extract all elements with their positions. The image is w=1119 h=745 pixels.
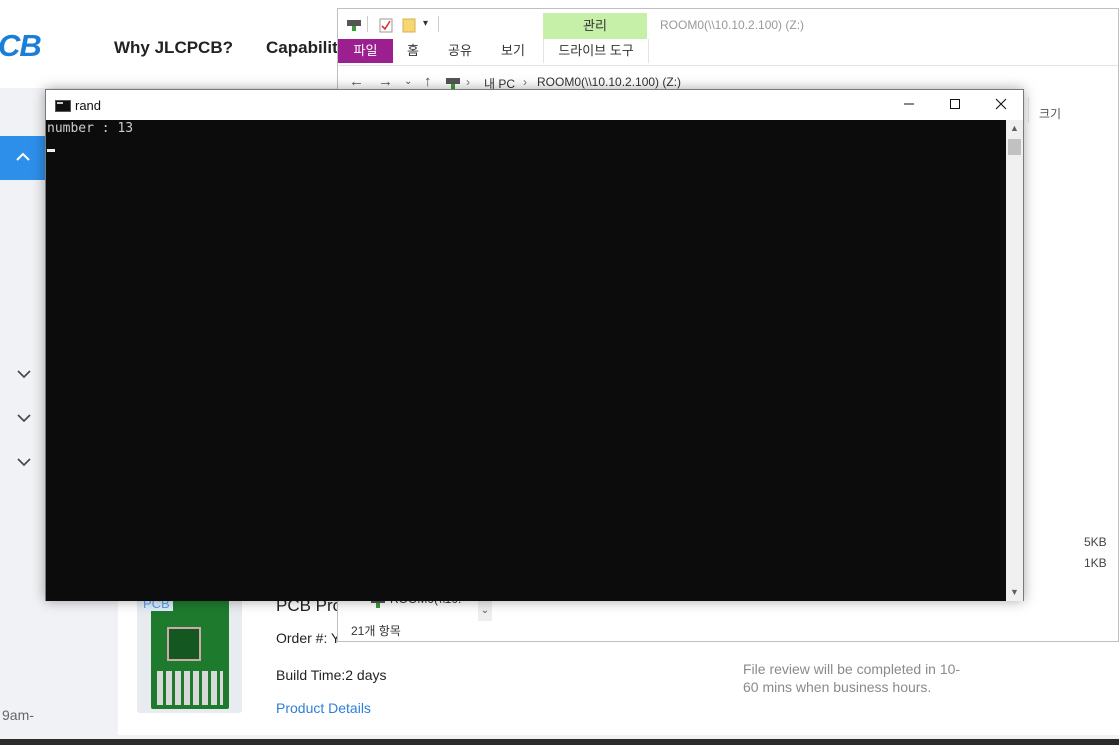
breadcrumb-separator-icon: › [523, 75, 527, 89]
file-size: 5KB [1084, 535, 1107, 549]
chevron-down-icon[interactable] [16, 410, 32, 426]
minimize-icon [904, 103, 914, 105]
console-cursor [47, 149, 55, 152]
business-hours-text: 9am- [2, 707, 34, 723]
order-number: Order #: Y [276, 630, 341, 646]
console-icon [55, 100, 71, 112]
scroll-thumb[interactable] [1008, 139, 1021, 155]
console-window: rand number : 13 ▲ ▼ [45, 89, 1024, 601]
minimize-button[interactable] [886, 90, 932, 120]
file-review-note: File review will be completed in 10-60 m… [743, 661, 961, 695]
pcb-chip-shape [167, 627, 201, 661]
forward-arrow-icon[interactable]: → [378, 73, 393, 90]
tab-home[interactable]: 홈 [407, 39, 419, 63]
properties-icon[interactable] [379, 18, 393, 33]
console-titlebar[interactable]: rand [46, 90, 1023, 120]
tab-share[interactable]: 공유 [448, 39, 472, 63]
tab-file[interactable]: 파일 [338, 39, 393, 63]
console-output-area[interactable]: number : 13 [46, 120, 1006, 601]
chevron-down-icon[interactable] [16, 454, 32, 470]
tab-drive-tools[interactable]: 드라이브 도구 [543, 39, 649, 63]
console-scrollbar[interactable]: ▲ ▼ [1006, 120, 1023, 601]
product-details-link[interactable]: Product Details [276, 700, 371, 716]
scroll-down-icon[interactable]: ▼ [1006, 584, 1023, 601]
pcb-board-image [151, 599, 229, 709]
maximize-icon [950, 99, 960, 109]
taskbar-strip [0, 739, 1119, 745]
nav-why-jlcpcb[interactable]: Why JLCPCB? [114, 38, 233, 58]
ribbon-tabs: 파일 홈 공유 보기 드라이브 도구 [338, 39, 1118, 66]
pcb-pads-shape [157, 671, 223, 705]
close-button[interactable] [978, 90, 1024, 120]
jlcpcb-logo[interactable]: CB [0, 28, 42, 64]
console-title: rand [75, 98, 102, 113]
pcb-thumbnail[interactable]: PCB [137, 593, 242, 713]
nav-capabilities[interactable]: Capabiliti [266, 38, 343, 58]
column-divider[interactable] [1028, 97, 1029, 123]
chevron-down-icon[interactable] [16, 366, 32, 382]
status-item-count: 21개 항목 [351, 624, 401, 638]
column-header-size[interactable]: 크기 [1039, 105, 1061, 122]
drive-icon [446, 78, 460, 89]
breadcrumb-location[interactable]: ROOM0(\\10.10.2.100) (Z:) [537, 75, 681, 89]
customize-toolbar-icon[interactable]: ▾ [423, 18, 428, 29]
sidebar-collapse-button[interactable] [0, 136, 46, 180]
breadcrumb-separator-icon: › [466, 75, 470, 89]
chevron-up-icon [16, 152, 30, 161]
file-size: 1KB [1084, 556, 1107, 570]
nav-scroll-down-icon[interactable]: ⌄ [478, 601, 492, 621]
quick-access-toolbar: ▾ 관리 ROOM0(\\10.10.2.100) (Z:) [338, 9, 1118, 39]
explorer-window-title: ROOM0(\\10.10.2.100) (Z:) [660, 18, 805, 32]
console-output-text: number : 13 [47, 121, 134, 136]
drive-icon [347, 20, 361, 31]
recent-locations-icon[interactable]: ⌄ [404, 76, 412, 87]
up-arrow-icon[interactable]: ↑ [424, 73, 432, 90]
tab-manage[interactable]: 관리 [543, 13, 647, 39]
new-folder-icon[interactable] [402, 18, 416, 33]
maximize-button[interactable] [932, 90, 978, 120]
tab-view[interactable]: 보기 [501, 39, 525, 63]
build-time: Build Time:2 days [276, 667, 387, 683]
scroll-up-icon[interactable]: ▲ [1006, 120, 1023, 137]
close-icon [995, 98, 1007, 110]
back-arrow-icon[interactable]: ← [349, 73, 364, 90]
